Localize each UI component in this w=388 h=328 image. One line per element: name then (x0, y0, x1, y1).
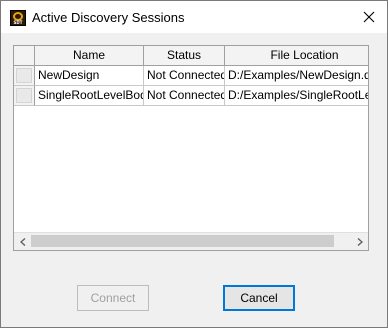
column-header-name[interactable]: Name (35, 46, 144, 66)
connect-button[interactable]: Connect (77, 285, 149, 311)
close-icon (363, 11, 375, 23)
row-header[interactable] (14, 66, 35, 86)
table-row[interactable]: NewDesign Not Connected D:/Examples/NewD… (14, 66, 368, 86)
window-title: Active Discovery Sessions (32, 10, 185, 25)
scrollbar-thumb[interactable] (31, 235, 334, 247)
table-header-row: Name Status File Location (14, 46, 368, 66)
sessions-table: Name Status File Location NewDesign Not … (13, 45, 369, 251)
cell-status[interactable]: Not Connected (144, 66, 225, 86)
row-header[interactable] (14, 86, 35, 106)
scroll-right-button[interactable] (351, 233, 368, 250)
column-header-file-location[interactable]: File Location (225, 46, 368, 66)
cell-status[interactable]: Not Connected (144, 86, 225, 106)
table-row[interactable]: SingleRootLevelBody Not Connected D:/Exa… (14, 86, 368, 106)
cell-name[interactable]: SingleRootLevelBody (35, 86, 144, 106)
title-bar: SDT Active Discovery Sessions (1, 1, 387, 33)
horizontal-scrollbar[interactable] (14, 232, 368, 250)
cell-file-location[interactable]: D:/Examples/NewDesign.dsco (225, 66, 368, 86)
cancel-button[interactable]: Cancel (223, 285, 295, 311)
dialog-window: SDT Active Discovery Sessions Name Statu… (0, 0, 388, 328)
cell-name[interactable]: NewDesign (35, 66, 144, 86)
column-header-status[interactable]: Status (144, 46, 225, 66)
chevron-right-icon (357, 237, 363, 246)
app-logo-icon: SDT (10, 10, 26, 26)
scroll-left-button[interactable] (14, 233, 31, 250)
chevron-left-icon (19, 237, 25, 246)
corner-header-cell (14, 46, 35, 66)
cell-file-location[interactable]: D:/Examples/SingleRootLevelBody (225, 86, 368, 106)
close-button[interactable] (355, 5, 383, 29)
